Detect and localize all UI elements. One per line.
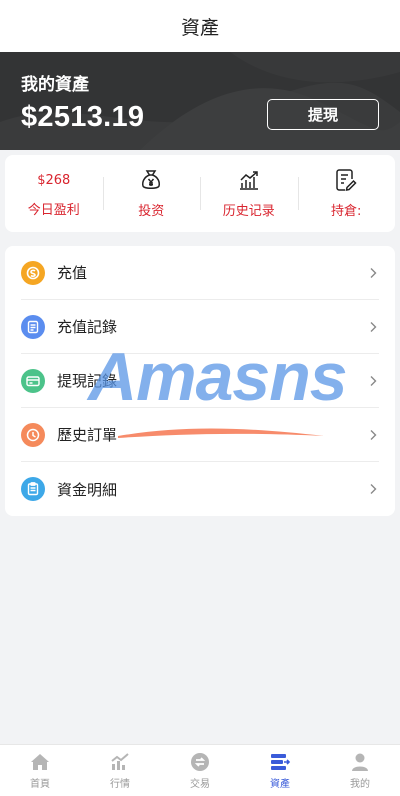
positions-label: 持倉: <box>331 204 362 219</box>
stat-history[interactable]: 历史记录 <box>200 155 298 232</box>
tab-assets[interactable]: 資產 <box>240 745 320 796</box>
tab-label: 首頁 <box>30 778 50 790</box>
menu-item-label: 充值記錄 <box>57 318 118 336</box>
clipboard-icon <box>21 477 45 501</box>
tab-market[interactable]: 行情 <box>80 745 160 796</box>
today-profit-value: $268 <box>37 173 71 188</box>
stat-invest[interactable]: 投资 <box>102 155 201 232</box>
invest-label: 投资 <box>138 204 165 219</box>
assets-icon <box>271 753 291 770</box>
top-bar: 資產 <box>0 0 400 52</box>
tab-label: 資產 <box>270 778 290 790</box>
tab-label: 交易 <box>190 778 210 790</box>
trend-icon <box>111 752 129 770</box>
tab-home[interactable]: 首頁 <box>0 745 80 796</box>
card-icon <box>21 368 45 393</box>
stat-today-profit[interactable]: $268 今日盈利 <box>5 155 103 232</box>
my-assets-label: 我的資產 <box>21 75 89 95</box>
stats-bar: $268 今日盈利 投资 历史记录 持倉: <box>5 155 395 232</box>
chevron-right-icon <box>370 321 377 332</box>
chevron-right-icon <box>370 267 377 278</box>
bar-chart-icon <box>237 168 261 192</box>
menu-item-deposit[interactable]: 充值 <box>21 246 379 300</box>
menu-item-label: 歷史訂單 <box>57 426 118 444</box>
menu-item-label: 充值 <box>57 264 88 282</box>
home-icon <box>31 753 49 770</box>
menu-item-label: 提現記錄 <box>57 372 118 390</box>
tab-label: 行情 <box>110 778 130 790</box>
today-profit-label: 今日盈利 <box>27 203 80 218</box>
menu-item-order-history[interactable]: 歷史訂單 <box>21 408 379 462</box>
chevron-right-icon <box>370 484 377 494</box>
menu-item-deposit-records[interactable]: 充值記錄 <box>21 300 379 354</box>
chevron-right-icon <box>370 375 377 386</box>
user-icon <box>352 753 368 771</box>
balance-card: 我的資產 $2513.19 提現 <box>0 52 400 150</box>
history-label: 历史记录 <box>222 204 275 219</box>
exchange-icon <box>191 752 209 771</box>
document-edit-icon <box>334 168 358 192</box>
menu-list: 充值 充值記錄 提現記錄 歷史訂單 資金明細 <box>5 246 395 516</box>
tab-profile[interactable]: 我的 <box>320 745 400 796</box>
list-icon <box>21 314 45 339</box>
clock-icon <box>21 422 45 447</box>
menu-item-fund-details[interactable]: 資金明細 <box>21 462 379 516</box>
page-title: 資產 <box>180 16 219 39</box>
tab-label: 我的 <box>350 778 370 790</box>
stat-positions[interactable]: 持倉: <box>297 155 396 232</box>
withdraw-button[interactable]: 提現 <box>267 99 379 130</box>
bottom-tab-bar: 首頁 行情 交易 資產 我的 <box>0 744 400 796</box>
menu-item-withdraw-records[interactable]: 提現記錄 <box>21 354 379 408</box>
tab-trade[interactable]: 交易 <box>160 745 240 796</box>
coin-icon <box>21 260 45 285</box>
money-bag-icon <box>139 168 163 192</box>
chevron-right-icon <box>370 429 377 440</box>
menu-item-label: 資金明細 <box>57 480 118 499</box>
